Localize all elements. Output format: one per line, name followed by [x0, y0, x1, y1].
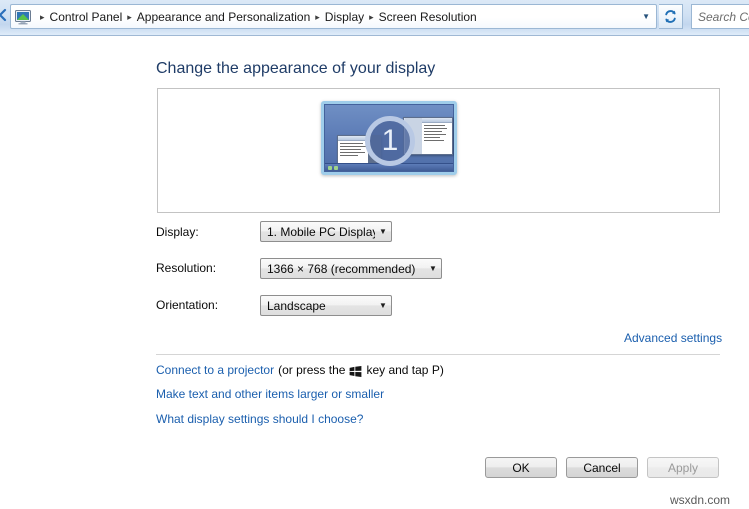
- advanced-settings-link[interactable]: Advanced settings: [624, 331, 722, 345]
- chevron-down-icon: ▼: [379, 227, 387, 236]
- thumbnail-content: [424, 125, 450, 152]
- breadcrumb-appearance-and-personalization[interactable]: Appearance and Personalization: [137, 9, 310, 25]
- display-label: Display:: [156, 225, 199, 239]
- breadcrumb-separator: ▸: [315, 11, 320, 22]
- display-select[interactable]: 1. Mobile PC Display ▼: [260, 221, 392, 242]
- ok-button[interactable]: OK: [485, 457, 557, 478]
- windows-key-icon: [349, 365, 362, 377]
- make-text-larger-link[interactable]: Make text and other items larger or smal…: [156, 387, 384, 401]
- breadcrumb-display[interactable]: Display: [325, 9, 364, 25]
- search-placeholder: Search Co: [698, 9, 749, 24]
- address-bar[interactable]: ▸ Control Panel ▸ Appearance and Persona…: [10, 4, 657, 29]
- resolution-select-value: 1366 × 768 (recommended): [267, 261, 416, 276]
- breadcrumb-separator: ▸: [40, 11, 45, 22]
- breadcrumb-separator: ▸: [127, 11, 132, 22]
- chevron-down-icon[interactable]: ▼: [642, 9, 650, 25]
- refresh-icon[interactable]: [659, 4, 683, 29]
- monitor-screen: 1: [324, 104, 454, 172]
- section-divider: [156, 354, 720, 355]
- projector-row: Connect to a projector (or press the key…: [156, 363, 444, 377]
- projector-prefix-text: (or press the: [278, 363, 346, 377]
- what-display-settings-link[interactable]: What display settings should I choose?: [156, 412, 363, 426]
- breadcrumb-control-panel[interactable]: Control Panel: [50, 9, 123, 25]
- orientation-label: Orientation:: [156, 298, 219, 312]
- connect-to-projector-link[interactable]: Connect to a projector: [156, 363, 274, 377]
- resolution-label: Resolution:: [156, 261, 217, 275]
- breadcrumb-separator: ▸: [369, 11, 374, 22]
- projector-suffix-text: key and tap P): [366, 363, 444, 377]
- monitor-preview[interactable]: 1: [321, 101, 457, 175]
- display-preview-panel: 1 Detect Identify: [157, 88, 720, 213]
- resolution-select[interactable]: 1366 × 768 (recommended) ▼: [260, 258, 442, 279]
- chevron-down-icon: ▼: [429, 264, 437, 273]
- back-arrow-icon[interactable]: [0, 8, 10, 22]
- watermark: wsxdn.com: [670, 493, 731, 507]
- display-monitor-icon: [14, 9, 32, 25]
- breadcrumb-screen-resolution[interactable]: Screen Resolution: [379, 9, 477, 25]
- orientation-select[interactable]: Landscape ▼: [260, 295, 392, 316]
- apply-button: Apply: [647, 457, 719, 478]
- orientation-select-value: Landscape: [267, 298, 326, 313]
- display-select-value: 1. Mobile PC Display: [267, 224, 375, 239]
- monitor-number-badge: 1: [365, 116, 415, 166]
- monitor-number: 1: [381, 124, 399, 157]
- page-title: Change the appearance of your display: [156, 60, 436, 77]
- chevron-down-icon: ▼: [379, 301, 387, 310]
- content-area: Change the appearance of your display 1 …: [0, 37, 749, 509]
- window-chrome: ▸ Control Panel ▸ Appearance and Persona…: [0, 0, 749, 36]
- cancel-button[interactable]: Cancel: [566, 457, 638, 478]
- search-input[interactable]: Search Co: [691, 4, 749, 29]
